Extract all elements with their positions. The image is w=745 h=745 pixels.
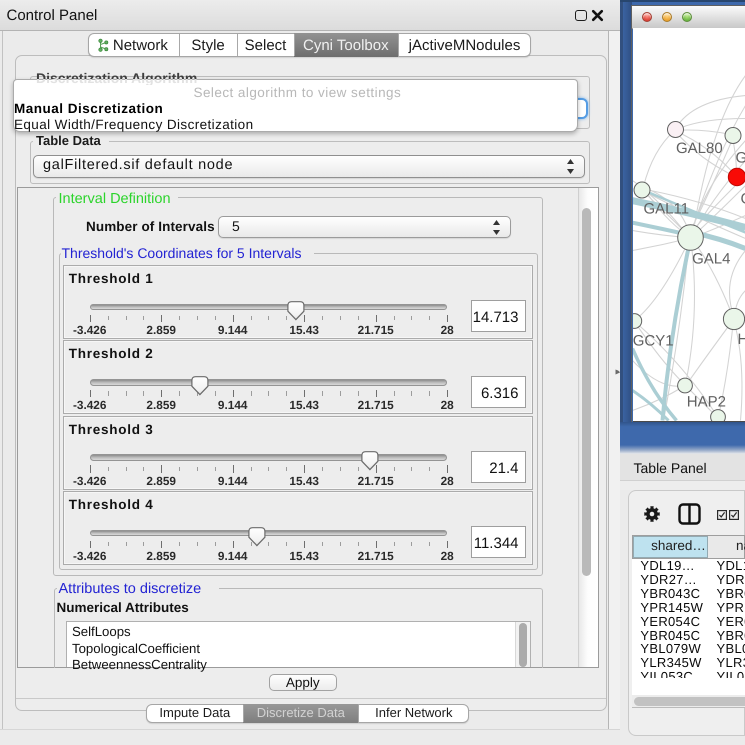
svg-text:H: H (737, 330, 745, 347)
svg-text:C: C (740, 190, 745, 207)
svg-text:GAL4: GAL4 (692, 250, 730, 267)
svg-text:GAL80: GAL80 (676, 140, 723, 157)
svg-text:GCY1: GCY1 (633, 332, 674, 349)
svg-text:HAP2: HAP2 (686, 393, 725, 410)
svg-text:GA: GA (735, 149, 745, 166)
svg-text:GAL11: GAL11 (643, 200, 689, 217)
